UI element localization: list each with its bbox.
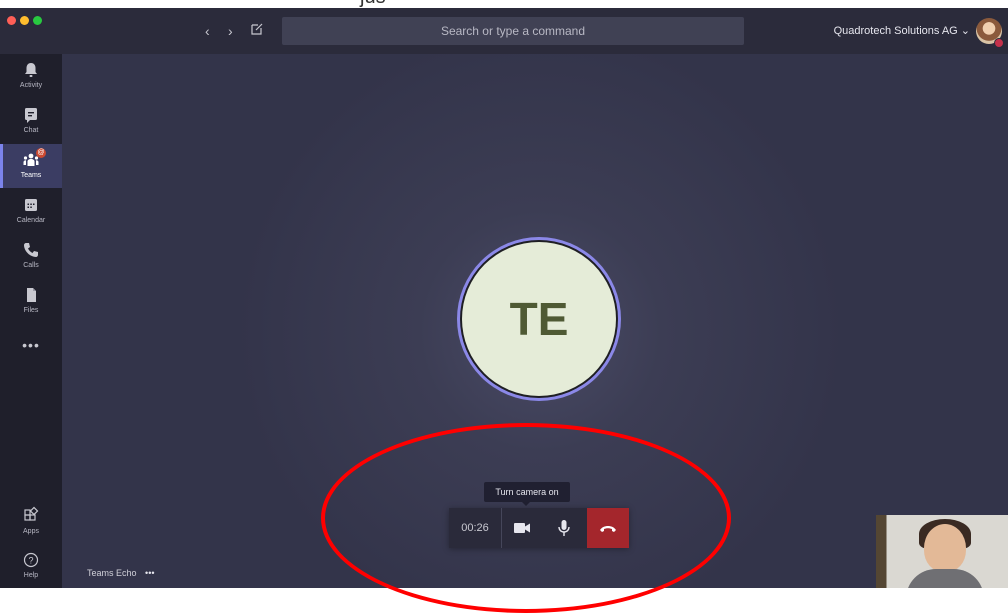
page-top-strip: jus: [0, 0, 1008, 8]
self-video-preview: [876, 515, 1008, 588]
participant-name-label: Teams Echo: [87, 568, 137, 578]
microphone-icon: [558, 520, 570, 536]
mention-badge: @: [36, 148, 46, 158]
more-apps-icon[interactable]: •••: [0, 337, 62, 353]
rail-item-chat[interactable]: Chat: [0, 99, 62, 143]
rail-label-files: Files: [23, 307, 39, 314]
camera-tooltip: Turn camera on: [484, 482, 570, 506]
more-options-icon[interactable]: •••: [145, 568, 154, 578]
apps-icon: [24, 506, 39, 521]
chat-icon: [25, 108, 37, 123]
rail-label-activity: Activity: [19, 82, 43, 89]
rail-item-activity[interactable]: Activity: [0, 54, 62, 98]
participant-avatar-border: TE: [460, 240, 618, 398]
search-input[interactable]: Search or type a command: [282, 17, 744, 45]
rail-label-chat: Chat: [23, 127, 39, 134]
top-caption-text: jus: [360, 0, 386, 8]
mic-toggle-button[interactable]: [544, 508, 584, 548]
window-zoom-dot[interactable]: [33, 16, 42, 25]
presence-status-icon: [994, 38, 1004, 48]
video-camera-icon: [514, 523, 530, 533]
rail-item-calls[interactable]: Calls: [0, 234, 62, 278]
teams-window: ‹ › Search or type a command Quadrotech …: [0, 8, 1008, 588]
rail-label-teams: Teams: [20, 172, 42, 179]
hang-up-phone-icon: [600, 526, 616, 532]
title-bar: ‹ › Search or type a command Quadrotech …: [0, 8, 1008, 54]
participant-avatar-ring: TE: [457, 237, 621, 401]
phone-icon: [24, 243, 38, 257]
rail-item-teams[interactable]: @ Teams: [0, 144, 62, 188]
call-participant-name: Teams Echo •••: [87, 568, 155, 578]
rail-item-apps[interactable]: Apps: [0, 500, 62, 544]
self-view-body: [906, 569, 984, 588]
window-minimize-dot[interactable]: [20, 16, 29, 25]
self-view-face: [924, 524, 966, 572]
file-icon: [27, 288, 36, 302]
hang-up-button[interactable]: [587, 508, 629, 548]
rail-label-apps: Apps: [23, 528, 39, 535]
camera-toggle-button[interactable]: [502, 508, 542, 548]
rail-item-calendar[interactable]: Calendar: [0, 189, 62, 233]
tenant-switcher[interactable]: Quadrotech Solutions AG ⌄: [834, 24, 970, 37]
call-control-bar: 00:26: [449, 508, 629, 548]
rail-label-help: Help: [23, 572, 39, 579]
tenant-name: Quadrotech Solutions AG: [833, 25, 958, 37]
svg-text:?: ?: [28, 556, 33, 566]
back-arrow-icon[interactable]: ‹: [205, 23, 210, 39]
rail-label-calls: Calls: [23, 262, 39, 269]
app-rail: Activity Chat @ Teams Calendar Calls Fil…: [0, 54, 62, 588]
chevron-down-icon: ⌄: [960, 25, 970, 37]
window-close-dot[interactable]: [7, 16, 16, 25]
forward-arrow-icon[interactable]: ›: [228, 23, 233, 39]
rail-item-help[interactable]: ? Help: [0, 544, 62, 588]
rail-label-calendar: Calendar: [16, 217, 46, 224]
help-icon: ?: [23, 552, 39, 568]
participant-avatar: TE: [462, 242, 616, 396]
call-timer: 00:26: [449, 508, 502, 548]
calendar-icon: [25, 199, 37, 211]
bell-icon: [25, 63, 37, 77]
rail-item-files[interactable]: Files: [0, 279, 62, 323]
compose-icon[interactable]: [250, 22, 264, 36]
